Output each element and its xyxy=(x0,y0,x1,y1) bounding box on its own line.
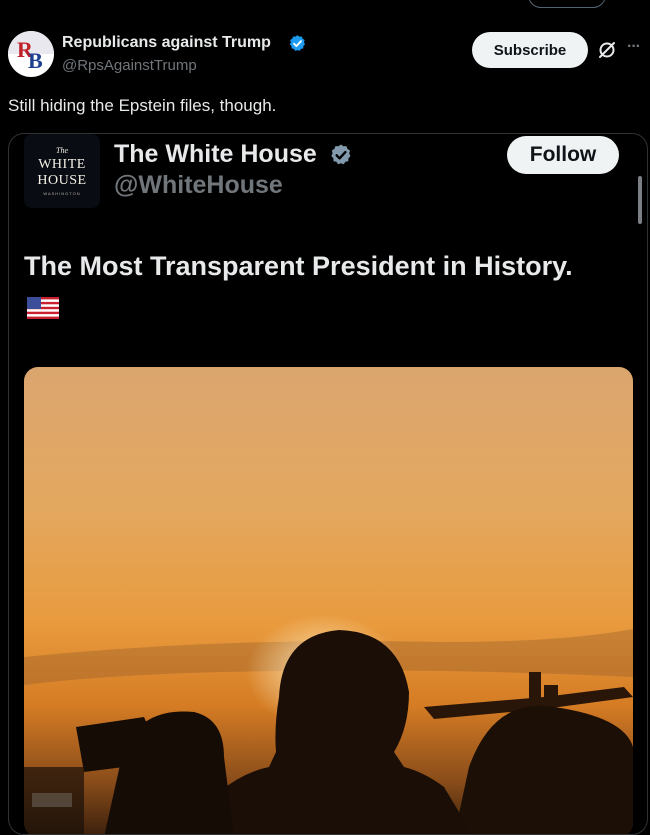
quoted-author-handle[interactable]: @WhiteHouse xyxy=(114,171,283,200)
quoted-author-name[interactable]: The White House xyxy=(114,140,317,169)
avatar-letter-b: B xyxy=(28,48,43,73)
verified-badge-icon xyxy=(331,144,351,165)
quoted-tweet-card[interactable]: The WHITE HOUSE WASHINGTON The White Hou… xyxy=(8,133,648,835)
follow-button[interactable]: Follow xyxy=(507,136,619,174)
author-avatar[interactable]: R B xyxy=(8,31,54,77)
grok-icon[interactable] xyxy=(597,40,617,60)
logo-white: WHITE xyxy=(38,157,86,172)
more-icon[interactable]: ··· xyxy=(627,38,641,56)
logo-house: HOUSE xyxy=(37,173,87,188)
white-house-logo[interactable]: The WHITE HOUSE WASHINGTON xyxy=(24,134,100,208)
quoted-tweet-text: The Most Transparent President in Histor… xyxy=(24,251,573,281)
author-handle[interactable]: @RpsAgainstTrump xyxy=(62,57,197,74)
logo-the: The xyxy=(56,146,68,155)
scrollbar[interactable] xyxy=(638,176,642,224)
us-flag-icon xyxy=(27,297,59,319)
photo-silhouettes xyxy=(24,614,633,834)
author-name[interactable]: Republicans against Trump xyxy=(62,34,271,52)
subscribe-button[interactable]: Subscribe xyxy=(472,32,588,68)
top-button-edge[interactable] xyxy=(528,0,606,8)
logo-place: WASHINGTON xyxy=(43,191,81,196)
tweet-text: Still hiding the Epstein files, though. xyxy=(8,96,277,115)
sunset-photo[interactable] xyxy=(24,367,633,834)
verified-badge-icon xyxy=(289,35,306,51)
